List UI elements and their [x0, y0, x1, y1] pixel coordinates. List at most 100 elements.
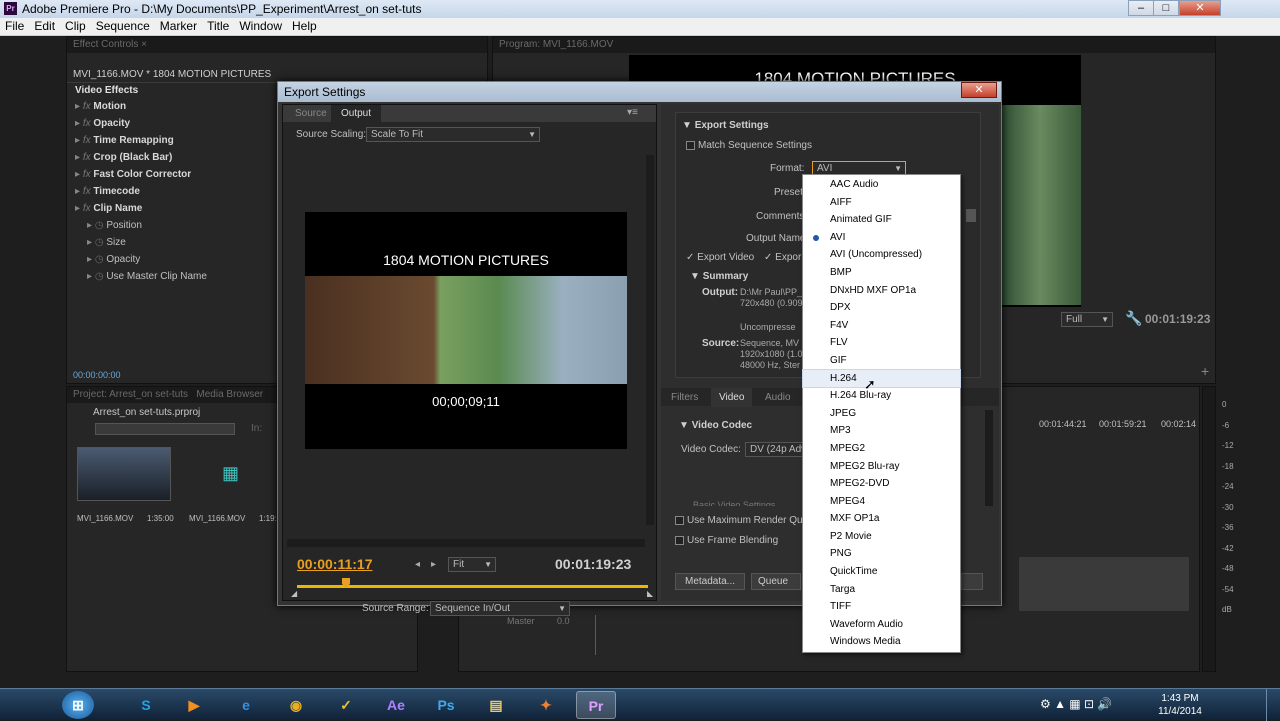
preview-fit-select[interactable]: Fit ▼ [448, 557, 496, 572]
menu-window[interactable]: Window [234, 18, 287, 34]
frame-blending-checkbox[interactable]: Use Frame Blending [675, 535, 778, 546]
collapse-arrow-icon[interactable]: ▼ [679, 420, 692, 431]
program-monitor-tab[interactable]: Program: MVI_1166.MOV [493, 37, 1215, 53]
collapse-arrow-icon[interactable]: ▼ [690, 271, 703, 282]
wrench-icon[interactable]: 🔧 [1125, 310, 1142, 327]
checkbox-icon[interactable] [675, 535, 684, 545]
taskbar-internet-explorer-icon[interactable]: e [226, 691, 266, 719]
program-fit-select[interactable]: Full ▼ [1061, 312, 1113, 327]
format-option[interactable]: DPX [803, 299, 960, 317]
stopwatch-icon[interactable]: ◷ [95, 271, 107, 282]
format-option[interactable]: F4V [803, 317, 960, 335]
comments-input[interactable] [966, 209, 976, 222]
taskbar-after-effects-icon[interactable]: Ae [376, 691, 416, 719]
format-option[interactable]: PNG [803, 545, 960, 563]
format-option[interactable]: AVI [803, 229, 960, 247]
format-option[interactable]: Animated GIF [803, 211, 960, 229]
collapse-arrow-icon[interactable]: ▼ [682, 120, 695, 131]
project-clip-thumbnail[interactable] [77, 447, 171, 501]
taskbar-media-player-icon[interactable]: ▶ [174, 691, 214, 719]
disclosure-triangle-icon[interactable]: ▸ [75, 203, 83, 214]
fx-toggle-icon[interactable]: fx [83, 118, 94, 129]
out-point-marker[interactable]: ◣ [647, 589, 653, 598]
export-button[interactable] [961, 573, 983, 590]
fx-toggle-icon[interactable]: fx [83, 135, 94, 146]
format-option[interactable]: DNxHD MXF OP1a [803, 282, 960, 300]
taskbar-skype-icon[interactable]: S [126, 691, 166, 719]
format-option[interactable]: MPEG2 Blu-ray [803, 458, 960, 476]
current-time-display[interactable]: 00:00:11:17 [297, 556, 373, 572]
stopwatch-icon[interactable]: ◷ [95, 220, 107, 231]
minimize-button[interactable]: – [1128, 0, 1154, 16]
format-option[interactable]: MXF OP1a [803, 510, 960, 528]
check-icon[interactable]: ✓ [686, 252, 694, 263]
disclosure-triangle-icon[interactable]: ▸ [87, 254, 95, 265]
in-point-marker[interactable]: ◢ [291, 589, 297, 598]
step-forward-icon[interactable]: ▸ [431, 559, 436, 570]
preview-vertical-scrollbar[interactable] [646, 155, 654, 525]
taskbar-premiere-icon[interactable]: Pr [576, 691, 616, 719]
format-option[interactable]: GIF [803, 352, 960, 370]
format-option[interactable]: AIFF [803, 194, 960, 212]
checkbox-icon[interactable] [686, 140, 695, 150]
format-option[interactable]: BMP [803, 264, 960, 282]
format-option[interactable]: QuickTime [803, 563, 960, 581]
disclosure-triangle-icon[interactable]: ▸ [75, 118, 83, 129]
fx-toggle-icon[interactable]: fx [83, 203, 94, 214]
menu-file[interactable]: File [0, 18, 29, 34]
export-audio-checkbox[interactable]: ✓ Expor [764, 252, 801, 263]
format-option[interactable]: TIFF [803, 598, 960, 616]
format-option[interactable]: Waveform Audio [803, 616, 960, 634]
source-range-select[interactable]: Sequence In/Out ▼ [430, 601, 570, 616]
disclosure-triangle-icon[interactable]: ▸ [75, 186, 83, 197]
max-render-quality-checkbox[interactable]: Use Maximum Render Qualit [675, 515, 815, 526]
disclosure-triangle-icon[interactable]: ▸ [87, 271, 95, 282]
format-option[interactable]: H.264 Blu-ray [803, 387, 960, 405]
format-option[interactable]: P2 Movie [803, 528, 960, 546]
disclosure-triangle-icon[interactable]: ▸ [75, 135, 83, 146]
maximize-button[interactable]: □ [1153, 0, 1179, 16]
fx-toggle-icon[interactable]: fx [83, 169, 94, 180]
format-option[interactable]: MPEG4 [803, 493, 960, 511]
taskbar-photoshop-icon[interactable]: Ps [426, 691, 466, 719]
tab-filters[interactable]: Filters [671, 392, 698, 403]
export-video-checkbox[interactable]: ✓ Export Video [686, 252, 754, 263]
menu-sequence[interactable]: Sequence [91, 18, 155, 34]
disclosure-triangle-icon[interactable]: ▸ [87, 220, 95, 231]
tab-video[interactable]: Video [711, 388, 753, 407]
project-search-input[interactable] [95, 423, 235, 435]
tray-clock[interactable]: 1:43 PM 11/4/2014 [1150, 692, 1210, 718]
step-back-icon[interactable]: ◂ [415, 559, 420, 570]
show-desktop-button[interactable] [1266, 689, 1280, 721]
add-button-icon[interactable]: + [1201, 363, 1209, 379]
fx-toggle-icon[interactable]: fx [83, 101, 94, 112]
fx-toggle-icon[interactable]: fx [83, 186, 94, 197]
tab-audio[interactable]: Audio [765, 392, 791, 403]
format-option[interactable]: AVI (Uncompressed) [803, 246, 960, 264]
format-option[interactable]: MP3 [803, 422, 960, 440]
queue-button[interactable]: Queue [751, 573, 801, 590]
taskbar-app-orange-icon[interactable]: ✦ [526, 691, 566, 719]
format-option[interactable]: FLV [803, 334, 960, 352]
check-icon[interactable]: ✓ [764, 252, 772, 263]
menu-edit[interactable]: Edit [29, 18, 60, 34]
tab-output[interactable]: Output [331, 105, 382, 122]
menu-marker[interactable]: Marker [155, 18, 202, 34]
disclosure-triangle-icon[interactable]: ▸ [75, 169, 83, 180]
stopwatch-icon[interactable]: ◷ [95, 254, 107, 265]
close-button[interactable]: ✕ [1179, 0, 1221, 16]
stopwatch-icon[interactable]: ◷ [95, 237, 107, 248]
format-option[interactable]: MPEG2-DVD [803, 475, 960, 493]
metadata-button[interactable]: Metadata... [675, 573, 745, 590]
disclosure-triangle-icon[interactable]: ▸ [75, 101, 83, 112]
taskbar-norton-icon[interactable]: ✓ [326, 691, 366, 719]
export-dialog-close-button[interactable]: ✕ [961, 82, 997, 98]
format-option[interactable]: JPEG [803, 405, 960, 423]
format-option[interactable]: Windows Media [803, 633, 960, 651]
timeline-track-area[interactable] [1019, 557, 1189, 611]
settings-scrollbar[interactable] [985, 410, 993, 506]
format-option[interactable]: H.264 [802, 368, 961, 389]
sequence-icon[interactable]: ▦ [222, 463, 239, 484]
tab-source[interactable]: Source [295, 108, 327, 119]
taskbar-chrome-icon[interactable]: ◉ [276, 691, 316, 719]
